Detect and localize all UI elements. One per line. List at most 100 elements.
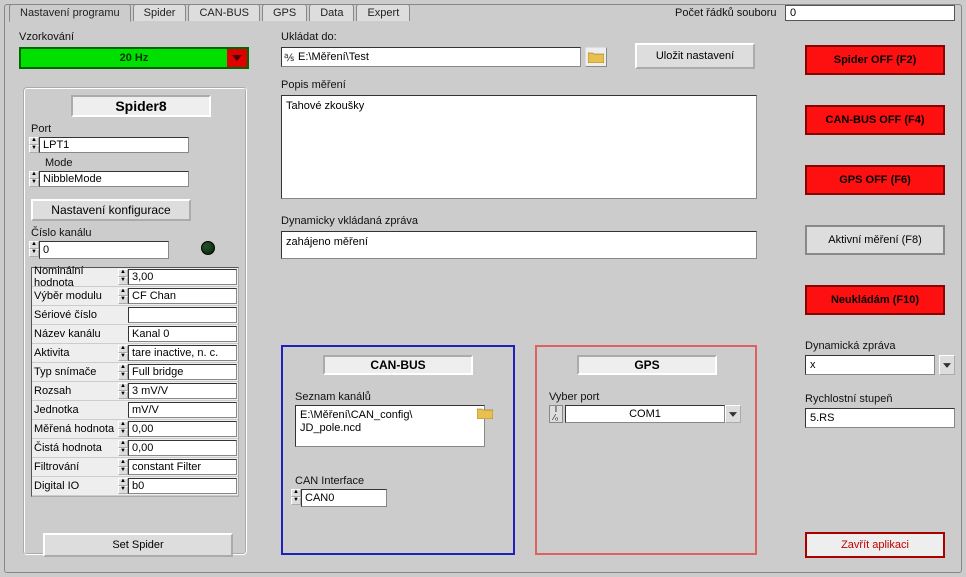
port-spinner[interactable]: ▲▼: [29, 137, 39, 153]
gps-port-dropdown-arrow[interactable]: [725, 405, 741, 423]
channel-num-label: Číslo kanálu: [31, 227, 92, 239]
table-row: Čistá hodnota▲▼0,00: [32, 439, 238, 458]
port-input[interactable]: LPT1: [39, 137, 189, 153]
gps-title: GPS: [577, 355, 717, 375]
row-label: Aktivita: [32, 347, 118, 359]
gps-port-select[interactable]: COM1: [565, 405, 725, 423]
row-value[interactable]: tare inactive, n. c.: [128, 345, 237, 361]
can-interface-spinner[interactable]: ▲▼: [291, 489, 301, 505]
mode-spinner[interactable]: ▲▼: [29, 171, 39, 187]
dyn-msg-right-label: Dynamická zpráva: [805, 340, 895, 352]
browse-folder-icon[interactable]: [585, 47, 607, 67]
channel-table: Nominální hodnota▲▼3,00Výběr modulu▲▼CF …: [31, 267, 239, 497]
table-row: Aktivita▲▼tare inactive, n. c.: [32, 344, 238, 363]
channel-list-label: Seznam kanálů: [295, 391, 371, 403]
table-row: Výběr modulu▲▼CF Chan: [32, 287, 238, 306]
row-count-value: 0: [785, 5, 955, 21]
row-label: Čistá hodnota: [32, 442, 118, 454]
tab-data[interactable]: Data: [309, 4, 354, 21]
row-label: Digital IO: [32, 480, 118, 492]
save-to-path[interactable]: ℁ E:\Měření\Test: [281, 47, 581, 67]
not-saving-button[interactable]: Neukládám (F10): [805, 285, 945, 315]
row-spinner[interactable]: ▲▼: [118, 288, 128, 304]
table-row: Filtrování▲▼constant Filter: [32, 458, 238, 477]
can-interface-label: CAN Interface: [295, 475, 364, 487]
row-label: Typ snímače: [32, 366, 118, 378]
row-value[interactable]: b0: [128, 478, 237, 494]
save-to-label: Ukládat do:: [281, 31, 337, 43]
canbus-frame: CAN-BUS Seznam kanálů E:\Měření\CAN_conf…: [281, 345, 515, 555]
description-label: Popis měření: [281, 79, 346, 91]
row-spinner[interactable]: ▲▼: [118, 478, 128, 494]
tab-bar: Nastavení programu Spider CAN-BUS GPS Da…: [9, 4, 412, 21]
row-spinner[interactable]: ▲▼: [118, 459, 128, 475]
channel-list-browse-icon[interactable]: [477, 407, 495, 421]
row-label: Rozsah: [32, 385, 118, 397]
table-row: Digital IO▲▼b0: [32, 477, 238, 496]
row-label: Měřená hodnota: [32, 423, 118, 435]
table-row: Sériové číslo: [32, 306, 238, 325]
row-spinner[interactable]: ▲▼: [118, 421, 128, 437]
row-value[interactable]: constant Filter: [128, 459, 237, 475]
row-value[interactable]: CF Chan: [128, 288, 237, 304]
row-spinner[interactable]: ▲▼: [118, 383, 128, 399]
mode-label: Mode: [45, 157, 73, 169]
table-row: Název kanálu Kanal 0: [32, 325, 238, 344]
row-label: Filtrování: [32, 461, 118, 473]
speed-level-label: Rychlostní stupeň: [805, 393, 892, 405]
spider8-title: Spider8: [71, 95, 211, 117]
channel-num-spinner[interactable]: ▲▼: [29, 241, 39, 257]
spider8-frame: Spider8 Port ▲▼ LPT1 Mode ▲▼ NibbleMode …: [23, 87, 247, 555]
can-interface-input[interactable]: CAN0: [301, 489, 387, 507]
tab-gps[interactable]: GPS: [262, 4, 307, 21]
table-row: Jednotka mV/V: [32, 401, 238, 420]
gps-port-label: Vyber port: [549, 391, 599, 403]
table-row: Typ snímače▲▼Full bridge: [32, 363, 238, 382]
row-value[interactable]: mV/V: [128, 402, 237, 418]
row-value[interactable]: Kanal 0: [128, 326, 237, 342]
gps-off-button[interactable]: GPS OFF (F6): [805, 165, 945, 195]
speed-level-input[interactable]: 5.RS: [805, 408, 955, 428]
sampling-value: 20 Hz: [120, 52, 149, 64]
row-spinner[interactable]: ▲▼: [118, 269, 128, 285]
sampling-dropdown-arrow[interactable]: [227, 49, 247, 67]
path-prefix-icon: ℁: [284, 50, 294, 68]
table-row: Měřená hodnota▲▼0,00: [32, 420, 238, 439]
row-label: Název kanálu: [32, 328, 118, 340]
tab-expert[interactable]: Expert: [356, 4, 410, 21]
tab-nastaveni[interactable]: Nastavení programu: [9, 4, 131, 22]
description-textarea[interactable]: Tahové zkoušky: [281, 95, 757, 199]
row-value[interactable]: 0,00: [128, 421, 237, 437]
channel-num-input[interactable]: 0: [39, 241, 169, 259]
dyn-msg-right-input[interactable]: x: [805, 355, 935, 375]
canbus-title: CAN-BUS: [323, 355, 473, 375]
table-row: Nominální hodnota▲▼3,00: [32, 268, 238, 287]
tab-spider[interactable]: Spider: [133, 4, 187, 21]
set-spider-button[interactable]: Set Spider: [43, 533, 233, 557]
app-frame: Nastavení programu Spider CAN-BUS GPS Da…: [4, 4, 962, 573]
row-spinner[interactable]: ▲▼: [118, 364, 128, 380]
config-button[interactable]: Nastavení konfigurace: [31, 199, 191, 221]
row-spinner[interactable]: ▲▼: [118, 345, 128, 361]
row-value[interactable]: 3 mV/V: [128, 383, 237, 399]
channel-list-box[interactable]: E:\Měření\CAN_config\ JD_pole.ncd: [295, 405, 485, 447]
row-value[interactable]: [128, 307, 237, 323]
dynamic-msg-label: Dynamicky vkládaná zpráva: [281, 215, 418, 227]
row-label: Jednotka: [32, 404, 118, 416]
row-value[interactable]: 0,00: [128, 440, 237, 456]
spider-off-button[interactable]: Spider OFF (F2): [805, 45, 945, 75]
dyn-msg-right-dropdown[interactable]: [939, 355, 955, 375]
save-to-path-text: E:\Měření\Test: [298, 51, 369, 63]
row-spinner[interactable]: ▲▼: [118, 440, 128, 456]
table-row: Rozsah▲▼3 mV/V: [32, 382, 238, 401]
tab-canbus[interactable]: CAN-BUS: [188, 4, 260, 21]
active-measure-button[interactable]: Aktivní měření (F8): [805, 225, 945, 255]
mode-input[interactable]: NibbleMode: [39, 171, 189, 187]
dynamic-msg-textarea[interactable]: zahájeno měření: [281, 231, 757, 259]
row-value[interactable]: Full bridge: [128, 364, 237, 380]
close-app-button[interactable]: Zavřít aplikaci: [805, 532, 945, 558]
save-settings-button[interactable]: Uložit nastavení: [635, 43, 755, 69]
sampling-select[interactable]: 20 Hz: [19, 47, 249, 69]
canbus-off-button[interactable]: CAN-BUS OFF (F4): [805, 105, 945, 135]
row-value[interactable]: 3,00: [128, 269, 237, 285]
